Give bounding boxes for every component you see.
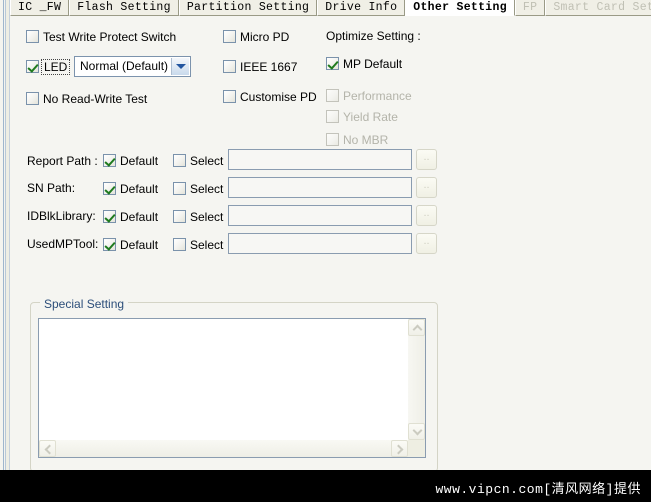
tab-other-setting[interactable]: Other Setting	[405, 0, 515, 16]
checkbox-box-yield-rate	[326, 110, 339, 123]
checkbox-label-report-path-select: Select	[190, 154, 224, 168]
checkbox-box-used-mp-tool-select[interactable]	[173, 238, 186, 251]
checkbox-mp-default[interactable]: MP Default	[326, 55, 402, 73]
checkbox-box-report-path-select[interactable]	[173, 154, 186, 167]
special-setting-title: Special Setting	[40, 297, 129, 311]
checkbox-label-mp-default: MP Default	[343, 57, 403, 71]
checkbox-used-mp-tool-select[interactable]: Select	[173, 236, 223, 254]
checkbox-box-customise-pd[interactable]	[223, 90, 236, 103]
checkbox-no-mbr: No MBR	[326, 131, 388, 149]
checkbox-label-used-mp-tool-default: Default	[120, 238, 159, 252]
scrollbar-corner	[408, 440, 425, 457]
checkbox-box-led[interactable]	[26, 60, 39, 73]
checkbox-sn-path-default[interactable]: Default	[103, 180, 158, 198]
checkbox-label-micro-pd: Micro PD	[240, 30, 290, 44]
checkbox-no-read-write-test[interactable]: No Read-Write Test	[26, 90, 147, 108]
checkbox-box-report-path-default[interactable]	[103, 154, 116, 167]
checkbox-report-path-default[interactable]: Default	[103, 152, 158, 170]
checkbox-label-sn-path-default: Default	[120, 182, 159, 196]
checkbox-micro-pd[interactable]: Micro PD	[223, 28, 289, 46]
checkbox-label-performance: Performance	[343, 89, 412, 103]
checkbox-ieee-1667[interactable]: IEEE 1667	[223, 58, 297, 76]
checkbox-box-no-read-write-test[interactable]	[26, 92, 39, 105]
tab-ic-fw[interactable]: IC _FW	[10, 0, 70, 16]
browse-button-idblk-library[interactable]: ..	[416, 205, 437, 226]
checkbox-report-path-select[interactable]: Select	[173, 152, 223, 170]
application-window: Test Write Protect Switch LED Normal (De…	[0, 0, 651, 502]
label-used-mp-tool: UsedMPTool:	[27, 237, 99, 251]
checkbox-test-write-protect-switch[interactable]: Test Write Protect Switch	[26, 28, 176, 46]
checkbox-box-test-write-protect[interactable]	[26, 30, 39, 43]
checkbox-performance: Performance	[326, 87, 412, 105]
browse-button-used-mp-tool[interactable]: ..	[416, 233, 437, 254]
checkbox-box-sn-path-select[interactable]	[173, 182, 186, 195]
label-sn-path: SN Path:	[27, 181, 76, 195]
checkbox-label-yield-rate: Yield Rate	[343, 110, 398, 124]
checkbox-label-no-mbr: No MBR	[343, 133, 389, 147]
special-setting-text[interactable]	[39, 319, 408, 440]
input-report-path[interactable]	[228, 149, 412, 170]
scroll-down-arrow-icon[interactable]	[408, 423, 425, 440]
tab-fp: FP	[514, 0, 546, 16]
checkbox-box-sn-path-default[interactable]	[103, 182, 116, 195]
label-idblk-library: IDBlkLibrary:	[27, 209, 96, 223]
tab-partition-setting[interactable]: Partition Setting	[178, 0, 318, 16]
chevron-down-icon[interactable]	[171, 58, 189, 75]
horizontal-scrollbar[interactable]	[39, 440, 408, 457]
checkbox-led[interactable]: LED	[26, 58, 71, 76]
window-left-edge-line-1	[3, 0, 4, 470]
checkbox-box-performance	[326, 89, 339, 102]
checkbox-box-ieee-1667[interactable]	[223, 60, 236, 73]
scroll-right-arrow-icon[interactable]	[391, 440, 408, 457]
checkbox-label-used-mp-tool-select: Select	[190, 238, 224, 252]
checkbox-box-idblk-library-default[interactable]	[103, 210, 116, 223]
led-mode-value: Normal (Default)	[80, 59, 169, 73]
scroll-left-arrow-icon[interactable]	[39, 440, 56, 457]
checkbox-idblk-library-default[interactable]: Default	[103, 208, 158, 226]
tab-drive-info[interactable]: Drive Info	[317, 0, 406, 16]
checkbox-sn-path-select[interactable]: Select	[173, 180, 223, 198]
checkbox-label-no-read-write-test: No Read-Write Test	[43, 92, 148, 106]
label-report-path: Report Path :	[27, 154, 98, 168]
checkbox-idblk-library-select[interactable]: Select	[173, 208, 223, 226]
browse-button-sn-path[interactable]: ..	[416, 177, 437, 198]
checkbox-label-ieee-1667: IEEE 1667	[240, 60, 298, 74]
scroll-up-arrow-icon[interactable]	[408, 319, 425, 336]
input-used-mp-tool[interactable]	[228, 233, 412, 254]
vertical-scrollbar[interactable]	[408, 319, 425, 440]
tab-flash-setting[interactable]: Flash Setting	[69, 0, 179, 16]
input-idblk-library[interactable]	[228, 205, 412, 226]
tab-smart-card-setting: Smart Card Setting	[545, 0, 651, 16]
checkbox-label-sn-path-select: Select	[190, 182, 224, 196]
checkbox-label-led: LED	[41, 59, 71, 75]
checkbox-customise-pd[interactable]: Customise PD	[223, 88, 317, 106]
checkbox-used-mp-tool-default[interactable]: Default	[103, 236, 158, 254]
checkbox-label-idblk-library-default: Default	[120, 210, 159, 224]
led-mode-dropdown[interactable]: Normal (Default)	[74, 56, 191, 77]
window-body: Test Write Protect Switch LED Normal (De…	[0, 0, 651, 470]
checkbox-label-report-path-default: Default	[120, 154, 159, 168]
tab-bar[interactable]: IC _FW Flash Setting Partition Setting Driv…	[10, 0, 651, 16]
special-setting-textarea[interactable]	[38, 318, 426, 458]
checkbox-yield-rate: Yield Rate	[326, 108, 398, 126]
checkbox-label-test-write-protect: Test Write Protect Switch	[43, 30, 177, 44]
checkbox-box-used-mp-tool-default[interactable]	[103, 238, 116, 251]
checkbox-label-customise-pd: Customise PD	[240, 90, 317, 104]
checkbox-box-micro-pd[interactable]	[223, 30, 236, 43]
checkbox-label-idblk-library-select: Select	[190, 210, 224, 224]
optimize-setting-title: Optimize Setting :	[326, 29, 421, 43]
browse-button-report-path[interactable]: ..	[416, 149, 437, 170]
checkbox-box-mp-default[interactable]	[326, 57, 339, 70]
watermark-text: www.vipcn.com[清风网络]提供	[435, 482, 641, 497]
checkbox-box-no-mbr	[326, 133, 339, 146]
input-sn-path[interactable]	[228, 177, 412, 198]
checkbox-box-idblk-library-select[interactable]	[173, 210, 186, 223]
